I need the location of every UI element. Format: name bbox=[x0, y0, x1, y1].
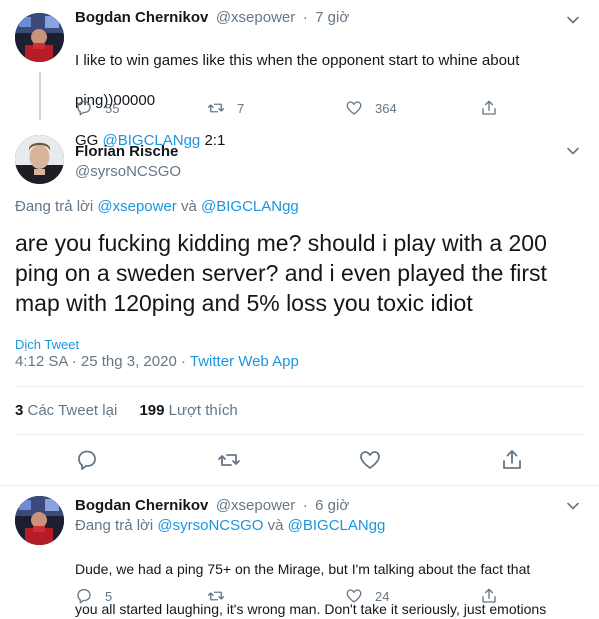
mention-link[interactable]: @BIGCLANgg bbox=[201, 198, 299, 215]
tweet-actions: 5 24 bbox=[75, 586, 515, 606]
like-icon bbox=[346, 589, 362, 603]
like-button[interactable] bbox=[358, 448, 382, 472]
retweet-button[interactable] bbox=[207, 586, 237, 606]
reply-icon bbox=[78, 450, 96, 470]
tweet-header: Bogdan Chernikov @xsepower · 6 giờ bbox=[75, 497, 352, 515]
avatar-florian[interactable] bbox=[15, 135, 64, 184]
author-name[interactable]: Florian Rische bbox=[75, 143, 178, 160]
mention-link[interactable]: @BIGCLANgg bbox=[288, 517, 386, 534]
likes-stat-count: 199 bbox=[139, 402, 165, 419]
tweet-timestamp: 4:12 SA · 25 thg 3, 2020 · Twitter Web A… bbox=[15, 353, 299, 370]
conjunction: và bbox=[263, 517, 288, 534]
replying-to: Đang trả lời @syrsoNCSGO và @BIGCLANgg bbox=[75, 517, 385, 534]
more-options-chevron-icon[interactable] bbox=[565, 143, 581, 159]
retweets-stat[interactable]: 3 Các Tweet lại bbox=[15, 402, 117, 419]
tweet-stats: 3 Các Tweet lại 199 Lượt thích bbox=[15, 402, 256, 419]
retweet-icon bbox=[207, 591, 225, 601]
avatar-image bbox=[15, 135, 64, 184]
avatar-image bbox=[15, 496, 64, 545]
share-icon bbox=[503, 450, 521, 469]
retweets-stat-label: Các Tweet lại bbox=[23, 402, 118, 419]
reply-button[interactable]: 5 bbox=[75, 586, 112, 606]
reply-count: 5 bbox=[105, 588, 113, 604]
divider bbox=[15, 434, 584, 435]
retweet-button[interactable] bbox=[217, 448, 241, 472]
avatar-bogdan[interactable] bbox=[15, 496, 64, 545]
share-button[interactable] bbox=[500, 448, 524, 472]
translate-tweet-link[interactable]: Dịch Tweet bbox=[15, 337, 79, 352]
author-handle[interactable]: @syrsoNCSGO bbox=[75, 163, 181, 180]
replying-to-label: Đang trả lời bbox=[15, 198, 98, 215]
mention-link[interactable]: @syrsoNCSGO bbox=[157, 517, 263, 534]
likes-stat-label: Lượt thích bbox=[164, 402, 238, 419]
divider bbox=[15, 386, 584, 387]
like-button[interactable]: 24 bbox=[345, 586, 389, 606]
focused-tweet: Florian Rische @syrsoNCSGO Đang trả lời … bbox=[0, 0, 599, 486]
replying-to-label: Đang trả lời bbox=[75, 517, 158, 534]
timestamp-text[interactable]: 4:12 SA · 25 thg 3, 2020 · bbox=[15, 353, 190, 370]
conjunction: và bbox=[176, 198, 201, 215]
mention-link[interactable]: @xsepower bbox=[97, 198, 176, 215]
likes-stat[interactable]: 199 Lượt thích bbox=[139, 402, 237, 419]
like-icon bbox=[360, 451, 380, 469]
retweet-icon bbox=[218, 454, 240, 466]
reply-button[interactable] bbox=[75, 448, 99, 472]
tweet-text: Dude, we had a ping 75+ on the Mirage, b… bbox=[75, 539, 590, 619]
more-options-chevron-icon[interactable] bbox=[565, 498, 581, 514]
author-name[interactable]: Bogdan Chernikov bbox=[75, 497, 208, 514]
tweet-time[interactable]: 6 giờ bbox=[315, 497, 349, 514]
author-handle[interactable]: @xsepower bbox=[216, 497, 295, 514]
separator-dot: · bbox=[302, 497, 308, 514]
share-button[interactable] bbox=[480, 586, 498, 606]
reply-icon bbox=[77, 588, 91, 604]
source-link[interactable]: Twitter Web App bbox=[190, 353, 299, 370]
like-count: 24 bbox=[375, 588, 390, 604]
replying-to: Đang trả lời @xsepower và @BIGCLANgg bbox=[15, 198, 299, 215]
tweet-text-line: Dude, we had a ping 75+ on the Mirage, b… bbox=[75, 561, 531, 577]
tweet-text: are you fucking kidding me? should i pla… bbox=[15, 230, 547, 316]
tweet-actions bbox=[0, 448, 599, 474]
share-icon bbox=[482, 588, 496, 603]
